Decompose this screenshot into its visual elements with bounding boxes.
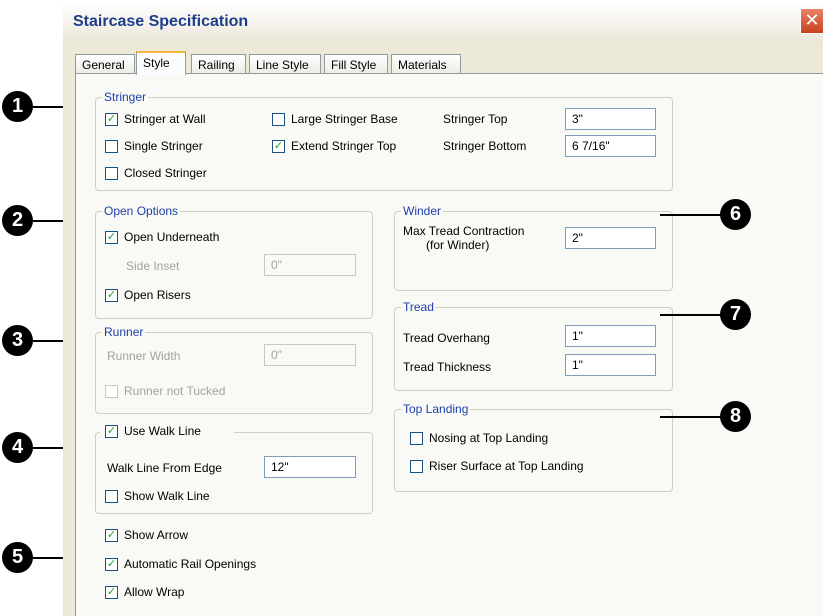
- max-tread-contraction-label: Max Tread Contraction: [403, 224, 525, 238]
- callout-2-icon: 2: [2, 205, 33, 236]
- callout-6-line: [660, 214, 722, 216]
- nosing-at-top-landing-checkbox[interactable]: [410, 432, 423, 445]
- stringer-at-wall-checkbox[interactable]: ✓: [105, 113, 118, 126]
- tread-overhang-label: Tread Overhang: [403, 331, 490, 345]
- tab-fill-style[interactable]: Fill Style: [324, 54, 388, 74]
- tread-thickness-label: Tread Thickness: [403, 360, 492, 374]
- automatic-rail-openings-checkbox[interactable]: ✓: [105, 558, 118, 571]
- callout-5-icon: 5: [2, 542, 33, 573]
- title-bar[interactable]: Staircase Specification ✕: [63, 0, 823, 42]
- tread-group: Tread: [394, 300, 673, 391]
- allow-wrap-label: Allow Wrap: [124, 585, 185, 599]
- callout-1-icon: 1: [2, 91, 33, 122]
- runner-not-tucked-checkbox[interactable]: [105, 385, 118, 398]
- open-underneath-label: Open Underneath: [124, 230, 220, 244]
- stringer-bottom-input[interactable]: 6 7/16": [565, 135, 656, 157]
- side-inset-label: Side Inset: [126, 259, 180, 273]
- close-button[interactable]: ✕: [800, 8, 823, 34]
- large-stringer-base-checkbox[interactable]: [272, 113, 285, 126]
- callout-3-icon: 3: [2, 325, 33, 356]
- tread-legend: Tread: [401, 300, 436, 314]
- top-landing-group: Top Landing: [394, 402, 673, 492]
- tab-railing[interactable]: Railing: [191, 54, 246, 74]
- use-walk-line-checkbox[interactable]: ✓: [105, 425, 118, 438]
- runner-not-tucked-label: Runner not Tucked: [124, 384, 226, 398]
- callout-4-icon: 4: [2, 432, 33, 463]
- stringer-top-input[interactable]: 3": [565, 108, 656, 130]
- stringer-legend: Stringer: [102, 90, 149, 104]
- riser-surface-at-top-landing-checkbox[interactable]: [410, 460, 423, 473]
- single-stringer-label: Single Stringer: [124, 139, 203, 153]
- walk-line-from-edge-input[interactable]: 12": [264, 456, 356, 478]
- runner-width-label: Runner Width: [107, 349, 181, 363]
- stringer-top-label: Stringer Top: [443, 112, 508, 126]
- stringer-bottom-label: Stringer Bottom: [443, 139, 527, 153]
- tab-style[interactable]: Style: [136, 51, 186, 75]
- open-risers-checkbox[interactable]: ✓: [105, 289, 118, 302]
- open-risers-label: Open Risers: [124, 288, 191, 302]
- style-tab-panel: Stringer ✓ Stringer at Wall Single Strin…: [75, 73, 823, 616]
- open-options-legend: Open Options: [102, 204, 181, 218]
- tab-materials[interactable]: Materials: [391, 54, 461, 74]
- tread-thickness-input[interactable]: 1": [565, 354, 656, 376]
- tab-general[interactable]: General: [75, 54, 135, 74]
- runner-legend: Runner: [102, 325, 146, 339]
- side-inset-input[interactable]: 0": [264, 254, 356, 276]
- callout-7-line: [660, 314, 722, 316]
- show-arrow-label: Show Arrow: [124, 528, 189, 542]
- for-winder-label: (for Winder): [426, 238, 490, 252]
- use-walk-line-label: Use Walk Line: [124, 424, 201, 438]
- large-stringer-base-label: Large Stringer Base: [291, 112, 398, 126]
- single-stringer-checkbox[interactable]: [105, 140, 118, 153]
- callout-8-icon: 8: [720, 401, 751, 432]
- staircase-specification-dialog: Staircase Specification ✕ General Style …: [63, 0, 823, 616]
- winder-legend: Winder: [401, 204, 444, 218]
- extend-stringer-top-checkbox[interactable]: ✓: [272, 140, 285, 153]
- closed-stringer-label: Closed Stringer: [124, 166, 207, 180]
- dialog-title: Staircase Specification: [73, 13, 249, 30]
- walk-line-from-edge-label: Walk Line From Edge: [107, 461, 222, 475]
- stringer-at-wall-label: Stringer at Wall: [124, 112, 206, 126]
- show-arrow-checkbox[interactable]: ✓: [105, 529, 118, 542]
- allow-wrap-checkbox[interactable]: ✓: [105, 586, 118, 599]
- tread-overhang-input[interactable]: 1": [565, 325, 656, 347]
- closed-stringer-checkbox[interactable]: [105, 167, 118, 180]
- tab-line-style[interactable]: Line Style: [249, 54, 321, 74]
- nosing-at-top-landing-label: Nosing at Top Landing: [429, 431, 549, 445]
- extend-stringer-top-label: Extend Stringer Top: [291, 139, 397, 153]
- riser-surface-at-top-landing-label: Riser Surface at Top Landing: [429, 459, 584, 473]
- top-landing-legend: Top Landing: [401, 402, 471, 416]
- callout-6-icon: 6: [720, 199, 751, 230]
- runner-width-input[interactable]: 0": [264, 344, 356, 366]
- open-underneath-checkbox[interactable]: ✓: [105, 231, 118, 244]
- max-tread-contraction-input[interactable]: 2": [565, 227, 656, 249]
- show-walk-line-label: Show Walk Line: [124, 489, 210, 503]
- callout-7-icon: 7: [720, 299, 751, 330]
- show-walk-line-checkbox[interactable]: [105, 490, 118, 503]
- automatic-rail-openings-label: Automatic Rail Openings: [124, 557, 257, 571]
- callout-8-line: [660, 416, 722, 418]
